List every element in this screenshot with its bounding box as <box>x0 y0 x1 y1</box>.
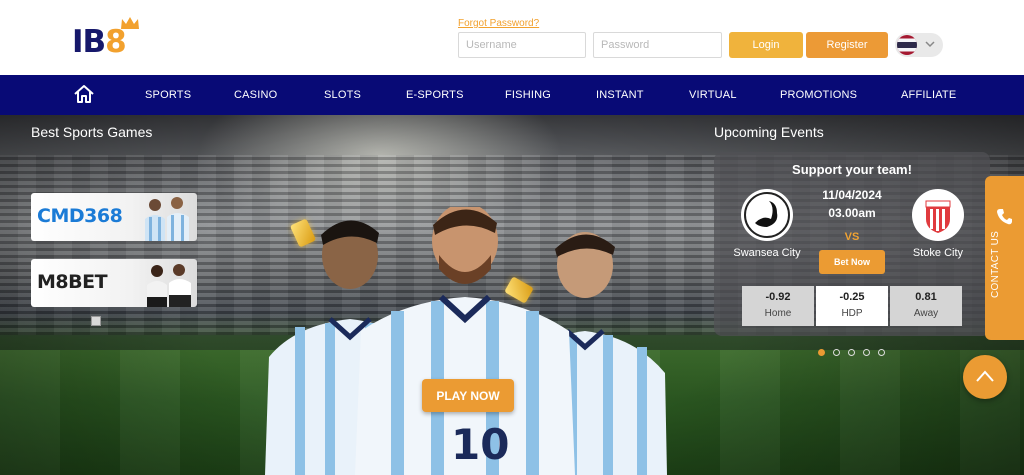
carousel-dot[interactable] <box>833 349 840 356</box>
page: IB8 Forgot Password? Login Register SPOR… <box>0 0 1024 475</box>
header: IB8 Forgot Password? Login Register <box>0 0 1024 75</box>
forgot-password-link[interactable]: Forgot Password? <box>458 18 539 29</box>
odds-away-value: 0.81 <box>915 291 937 303</box>
partner-cmd368-label: CMD368 <box>37 205 123 227</box>
carousel-dot[interactable] <box>878 349 885 356</box>
swansea-crest-icon <box>741 189 793 241</box>
register-button[interactable]: Register <box>806 32 888 58</box>
username-input[interactable] <box>458 32 586 58</box>
odds-hdp-label: HDP <box>841 308 863 319</box>
carousel-dot[interactable] <box>863 349 870 356</box>
contact-us-tab[interactable]: CONTACT US <box>985 176 1024 340</box>
nav-item-sports[interactable]: SPORTS <box>145 75 191 115</box>
upcoming-events-title: Upcoming Events <box>714 124 824 140</box>
play-now-button[interactable]: PLAY NOW <box>422 379 514 412</box>
nav-item-casino[interactable]: CASINO <box>234 75 277 115</box>
odds-hdp[interactable]: -0.25 HDP <box>816 286 888 326</box>
login-button[interactable]: Login <box>729 32 803 58</box>
password-input[interactable] <box>593 32 722 58</box>
partner-m8bet-label: M8BET <box>37 271 108 293</box>
home-icon[interactable] <box>73 84 95 104</box>
nav-item-esports[interactable]: E-SPORTS <box>406 75 464 115</box>
players-image <box>145 197 189 241</box>
odds-home-value: -0.92 <box>765 291 791 303</box>
chevron-down-icon <box>925 41 935 48</box>
nav-item-virtual[interactable]: VIRTUAL <box>689 75 737 115</box>
away-team-name: Stoke City <box>912 247 964 259</box>
broken-image-icon <box>91 316 101 326</box>
ib8-logo[interactable]: IB8 <box>72 17 152 64</box>
support-title: Support your team! <box>792 162 912 177</box>
carousel-dots <box>818 349 888 359</box>
thailand-flag-icon <box>897 35 917 55</box>
partner-cmd368[interactable]: CMD368 <box>31 193 197 241</box>
logo-suffix: 8 <box>105 24 127 60</box>
svg-text:10: 10 <box>451 420 509 469</box>
odds-home[interactable]: -0.92 Home <box>742 286 814 326</box>
logo-text: IB8 <box>72 24 127 60</box>
contact-us-label: CONTACT US <box>990 230 1001 298</box>
nav-item-fishing[interactable]: FISHING <box>505 75 551 115</box>
nav-item-affiliate[interactable]: AFFILIATE <box>901 75 956 115</box>
nav-item-promotions[interactable]: PROMOTIONS <box>780 75 857 115</box>
event-card: Support your team! Swansea City 11/04/20… <box>714 152 990 336</box>
odds-away[interactable]: 0.81 Away <box>890 286 962 326</box>
odds-home-label: Home <box>764 308 792 319</box>
scroll-to-top-button[interactable] <box>963 355 1007 399</box>
nav-item-slots[interactable]: SLOTS <box>324 75 361 115</box>
best-sports-title: Best Sports Games <box>31 124 153 140</box>
stoke-badge-icon <box>915 192 961 238</box>
vs-label: VS <box>844 231 860 243</box>
language-selector[interactable] <box>895 33 943 57</box>
football-players-image: 10 <box>265 207 667 475</box>
players-image <box>147 264 191 307</box>
match-date: 11/04/2024 <box>822 188 882 202</box>
chevron-up-icon <box>976 370 994 382</box>
carousel-dot[interactable] <box>848 349 855 356</box>
match-time: 03.00am <box>828 206 876 220</box>
carousel-dot[interactable] <box>818 349 825 356</box>
hero-banner: Best Sports Games CMD368 M8BET 10 PLAY N… <box>0 115 1024 475</box>
odds-away-label: Away <box>913 308 939 319</box>
home-team-name: Swansea City <box>733 247 801 259</box>
bet-now-button[interactable]: Bet Now <box>819 250 885 274</box>
stoke-crest-icon <box>912 189 964 241</box>
nav-item-instant[interactable]: INSTANT <box>596 75 644 115</box>
odds-hdp-value: -0.25 <box>839 291 865 303</box>
partner-m8bet[interactable]: M8BET <box>31 259 197 307</box>
main-nav: SPORTS CASINO SLOTS E-SPORTS FISHING INS… <box>0 75 1024 115</box>
swan-icon <box>744 192 790 238</box>
logo-prefix: IB <box>72 24 106 60</box>
